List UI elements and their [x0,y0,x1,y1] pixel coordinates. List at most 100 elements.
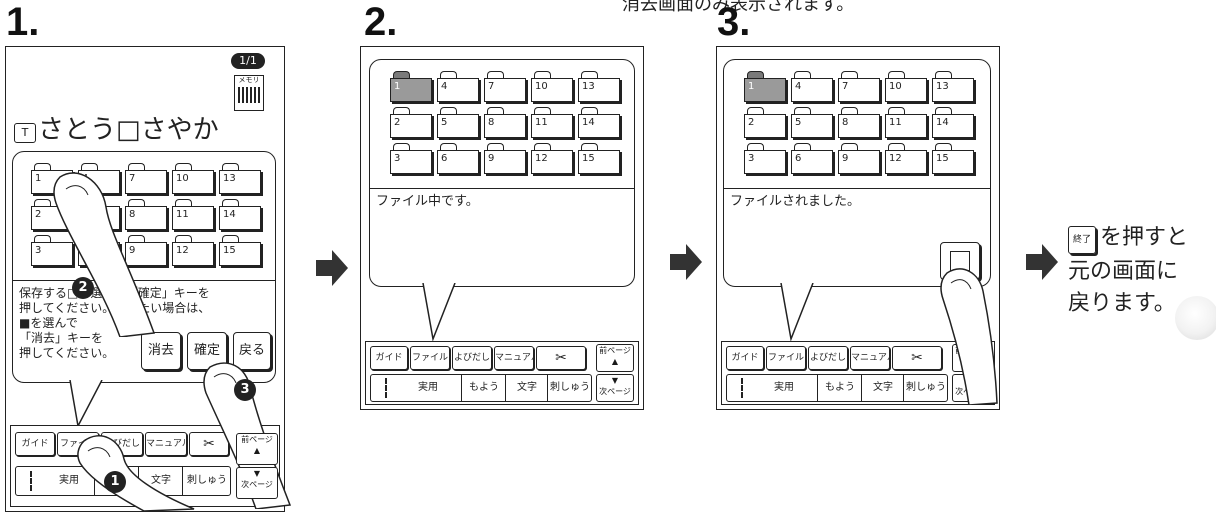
guide-button[interactable]: ガイド [15,432,55,456]
next-step-arrow-icon [1026,244,1058,280]
folder-number: 12 [535,153,548,164]
folder-14[interactable]: 14 [578,107,620,140]
folder-10[interactable]: 10 [172,163,214,196]
binder-hole [1175,296,1216,340]
file-panel-step2: 1 4 7 10 13 2 5 8 11 14 3 6 9 12 15 ファイル… [369,59,635,287]
tab-pattern[interactable]: もよう [817,375,862,401]
folder-number: 14 [582,117,595,128]
folder-10[interactable]: 10 [885,71,927,104]
folder-number: 14 [936,117,949,128]
tab-practical[interactable]: 実用 [395,375,461,401]
end-key-icon: 終了 [1068,226,1096,254]
folder-5[interactable]: 5 [791,107,833,140]
file-panel-step3: 1 4 7 10 13 2 5 8 11 14 3 6 9 12 15 ファイル… [723,59,991,287]
folder-7[interactable]: 7 [484,71,526,104]
prev-page-button[interactable]: 前ページ ▲ [596,344,634,372]
tab-pattern[interactable]: もよう [461,375,506,401]
folder-5[interactable]: 5 [437,107,479,140]
folder-9[interactable]: 9 [484,143,526,176]
step2-screen: 1 4 7 10 13 2 5 8 11 14 3 6 9 12 15 ファイル… [360,46,644,410]
folder-13[interactable]: 13 [578,71,620,104]
recall-button[interactable]: よびだし [452,346,492,370]
folder-8[interactable]: 8 [838,107,880,140]
folder-9[interactable]: 9 [838,143,880,176]
folder-8[interactable]: 8 [484,107,526,140]
scissors-icon[interactable]: ✂ [892,346,942,370]
prev-page-button[interactable]: 前ページ ▲ [236,433,278,465]
file-button[interactable]: ファイル [766,346,806,370]
folder-12[interactable]: 12 [172,235,214,268]
folder-number: 11 [535,117,548,128]
erase-button[interactable]: 消去 [141,332,181,370]
folder-4[interactable]: 4 [791,71,833,104]
panel-divider [370,188,634,189]
folder-number: 7 [488,81,495,92]
category-tabs: 実用 もよう 文字 刺しゅう [726,374,948,402]
tab-character[interactable]: 文字 [505,375,548,401]
file-button[interactable]: ファイル [410,346,450,370]
manual-button[interactable]: マニュアル [494,346,534,370]
next-page-label: 次ページ [241,480,273,489]
folder-11[interactable]: 11 [531,107,573,140]
memory-icon[interactable]: メモリ [234,75,264,111]
next-page-arrow-icon: ▼ [611,376,619,385]
tab-character[interactable]: 文字 [861,375,904,401]
folder-6[interactable]: 6 [437,143,479,176]
guide-button[interactable]: ガイド [726,346,764,370]
tab-separator [30,471,32,491]
folder-number: 8 [842,117,849,128]
scissors-icon[interactable]: ✂ [536,346,586,370]
tab-separator [385,378,387,398]
finger-pointer-2 [53,172,156,337]
folder-13[interactable]: 13 [932,71,974,104]
step-number-3: 3. [717,0,751,44]
folder-1[interactable]: 1 [390,71,432,104]
folder-6[interactable]: 6 [791,143,833,176]
folder-number: 11 [176,209,189,220]
folder-3[interactable]: 3 [744,143,786,176]
folder-1[interactable]: 1 [744,71,786,104]
folder-2[interactable]: 2 [744,107,786,140]
memory-grid-icon [238,87,260,103]
folder-2[interactable]: 2 [390,107,432,140]
next-page-label: 次ページ [599,387,631,396]
folder-7[interactable]: 7 [838,71,880,104]
folder-14[interactable]: 14 [932,107,974,140]
folder-10[interactable]: 10 [531,71,573,104]
next-step-arrow-icon [316,250,348,286]
tab-embroidery[interactable]: 刺しゅう [547,375,592,401]
folder-3[interactable]: 3 [390,143,432,176]
folder-number: 9 [488,153,495,164]
folder-14[interactable]: 14 [219,199,261,232]
callout-2: 2 [72,277,94,299]
finger-pointer [940,268,998,405]
folder-15[interactable]: 15 [578,143,620,176]
folder-number: 2 [748,117,755,128]
folder-4[interactable]: 4 [437,71,479,104]
folder-12[interactable]: 12 [531,143,573,176]
status-message: ファイル中です。 [376,194,479,209]
folder-13[interactable]: 13 [219,163,261,196]
speech-tail [780,283,814,341]
folder-15[interactable]: 15 [219,235,261,268]
next-page-button[interactable]: ▼ 次ページ [596,374,634,402]
folder-number: 13 [582,81,595,92]
folder-number: 5 [795,117,802,128]
folder-number: 2 [394,117,401,128]
recall-button[interactable]: よびだし [808,346,848,370]
tab-practical[interactable]: 実用 [751,375,817,401]
result-line-3: 戻ります。 [1068,291,1176,316]
folder-number: 12 [176,245,189,256]
folder-number: 1 [748,81,755,92]
guide-button[interactable]: ガイド [370,346,408,370]
folder-11[interactable]: 11 [885,107,927,140]
folder-number: 11 [889,117,902,128]
manual-button[interactable]: マニュアル [850,346,890,370]
folder-15[interactable]: 15 [932,143,974,176]
folder-11[interactable]: 11 [172,199,214,232]
callout-3: 3 [234,379,256,401]
next-page-button[interactable]: ▼ 次ページ [236,467,278,499]
folder-12[interactable]: 12 [885,143,927,176]
speech-tail [69,380,103,428]
status-message: ファイルされました。 [730,194,861,209]
